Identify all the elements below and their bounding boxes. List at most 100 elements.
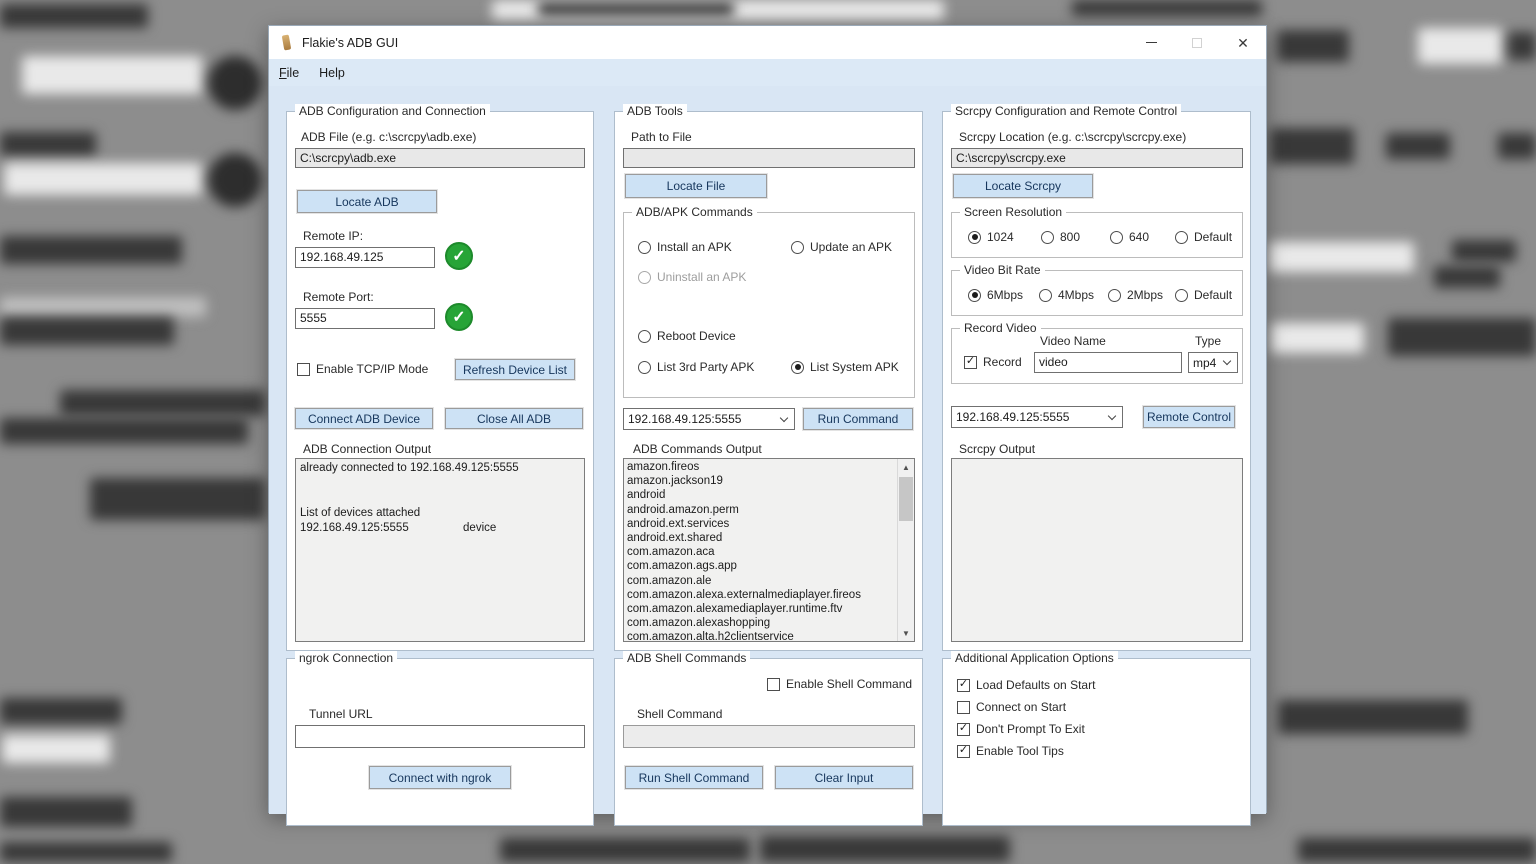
- connect-with-ngrok-button[interactable]: Connect with ngrok: [369, 766, 511, 789]
- checkbox-check-icon: ✓: [959, 745, 968, 756]
- radio-resolution-1024[interactable]: 1024: [968, 230, 1014, 244]
- radio-list-3rd-party-apk[interactable]: List 3rd Party APK: [638, 360, 754, 374]
- blur-shape: [1270, 323, 1364, 353]
- shell-command-input[interactable]: [623, 725, 915, 748]
- locate-adb-button[interactable]: Locate ADB: [297, 190, 437, 213]
- app-window: Flakie's ADB GUI ✕ File Help ADB Configu…: [268, 25, 1267, 813]
- remote-port-input[interactable]: 5555: [295, 308, 435, 329]
- close-button[interactable]: ✕: [1220, 26, 1266, 59]
- radio-reboot-device[interactable]: Reboot Device: [638, 329, 736, 343]
- adb-file-input[interactable]: C:\scrcpy\adb.exe: [295, 148, 585, 168]
- check-success-icon: ✓: [452, 307, 465, 327]
- panel-adb-tools: ADB Tools Path to File Locate File ADB/A…: [614, 111, 923, 651]
- blur-shape: [0, 842, 172, 862]
- scroll-down-icon[interactable]: ▼: [898, 625, 914, 641]
- enable-shell-command-checkbox[interactable]: ✓ Enable Shell Command: [767, 677, 912, 691]
- list-item[interactable]: android.ext.services: [627, 517, 894, 531]
- radio-resolution-default[interactable]: Default: [1175, 230, 1232, 244]
- radio-uninstall-apk[interactable]: Uninstall an APK: [638, 270, 746, 284]
- scroll-thumb[interactable]: [899, 477, 913, 521]
- radio-label: Default: [1194, 230, 1232, 244]
- scrcpy-output-label: Scrcpy Output: [959, 442, 1035, 456]
- blur-shape: [1386, 133, 1450, 159]
- close-all-adb-button[interactable]: Close All ADB: [445, 408, 583, 429]
- panel-title: ADB Shell Commands: [623, 651, 750, 665]
- list-item[interactable]: com.amazon.ale: [627, 574, 894, 588]
- path-to-file-input[interactable]: [623, 148, 915, 168]
- list-item[interactable]: android: [627, 488, 894, 502]
- list-item[interactable]: com.amazon.alta.h2clientservice: [627, 630, 894, 641]
- adb-commands-output-list[interactable]: amazon.fireosamazon.jackson19androidandr…: [623, 458, 915, 642]
- blur-shape: [1508, 32, 1536, 60]
- video-name-input[interactable]: video: [1034, 352, 1182, 373]
- panel-scrcpy: Scrcpy Configuration and Remote Control …: [942, 111, 1251, 651]
- scroll-up-icon[interactable]: ▲: [898, 459, 914, 475]
- group-title: Video Bit Rate: [960, 263, 1045, 277]
- radio-update-apk[interactable]: Update an APK: [791, 240, 892, 254]
- remote-ip-input[interactable]: 192.168.49.125: [295, 247, 435, 268]
- radio-list-system-apk[interactable]: List System APK: [791, 360, 899, 374]
- video-type-select[interactable]: mp4: [1188, 352, 1238, 373]
- locate-scrcpy-button[interactable]: Locate Scrcpy: [953, 174, 1093, 198]
- tunnel-url-label: Tunnel URL: [309, 707, 373, 721]
- panel-title: Scrcpy Configuration and Remote Control: [951, 104, 1181, 118]
- maximize-button[interactable]: [1174, 26, 1220, 59]
- remote-port-label: Remote Port:: [303, 290, 374, 304]
- menu-file[interactable]: File: [269, 62, 309, 84]
- radio-resolution-800[interactable]: 800: [1041, 230, 1080, 244]
- blur-shape: [1277, 30, 1349, 62]
- scrcpy-location-input[interactable]: C:\scrcpy\scrcpy.exe: [951, 148, 1243, 168]
- radio-bitrate-4mbps[interactable]: 4Mbps: [1039, 288, 1094, 302]
- device-select-combo[interactable]: 192.168.49.125:5555: [623, 408, 795, 430]
- radio-label: Reboot Device: [657, 329, 736, 343]
- radio-bitrate-default[interactable]: Default: [1175, 288, 1232, 302]
- radio-icon: [638, 361, 651, 374]
- list-item[interactable]: android.ext.shared: [627, 531, 894, 545]
- app-icon: [282, 35, 291, 51]
- run-command-button[interactable]: Run Command: [803, 408, 913, 430]
- adb-apk-commands-group: ADB/APK Commands Install an APK Update a…: [623, 212, 915, 398]
- locate-file-button[interactable]: Locate File: [625, 174, 767, 198]
- list-item[interactable]: android.amazon.perm: [627, 503, 894, 517]
- radio-install-apk[interactable]: Install an APK: [638, 240, 732, 254]
- list-item[interactable]: com.amazon.alexamediaplayer.runtime.ftv: [627, 602, 894, 616]
- list-item[interactable]: amazon.jackson19: [627, 474, 894, 488]
- minimize-button[interactable]: [1128, 26, 1174, 59]
- list-item[interactable]: amazon.fireos: [627, 460, 894, 474]
- scrcpy-output[interactable]: [951, 458, 1243, 642]
- list-item[interactable]: com.amazon.aca: [627, 545, 894, 559]
- list-item[interactable]: com.amazon.ags.app: [627, 559, 894, 573]
- list-item[interactable]: com.amazon.alexashopping: [627, 616, 894, 630]
- scrollbar[interactable]: ▲ ▼: [897, 459, 914, 641]
- checkbox-icon: ✓: [297, 363, 310, 376]
- blur-shape: [1278, 700, 1468, 734]
- record-checkbox[interactable]: ✓ Record: [964, 355, 1022, 369]
- remote-control-button[interactable]: Remote Control: [1143, 406, 1235, 428]
- window-title: Flakie's ADB GUI: [302, 36, 398, 50]
- remote-port-valid-icon: ✓: [445, 303, 473, 331]
- clear-input-button[interactable]: Clear Input: [775, 766, 913, 789]
- radio-bitrate-6mbps[interactable]: 6Mbps: [968, 288, 1023, 302]
- connect-on-start-checkbox[interactable]: ✓ Connect on Start: [957, 700, 1066, 714]
- run-shell-command-button[interactable]: Run Shell Command: [625, 766, 763, 789]
- tunnel-url-input[interactable]: [295, 725, 585, 748]
- radio-bitrate-2mbps[interactable]: 2Mbps: [1108, 288, 1163, 302]
- blur-shape: [0, 797, 132, 827]
- load-defaults-checkbox[interactable]: ✓ Load Defaults on Start: [957, 678, 1095, 692]
- title-bar[interactable]: Flakie's ADB GUI ✕: [269, 26, 1266, 59]
- checkbox-label: Load Defaults on Start: [976, 678, 1095, 692]
- radio-label: Default: [1194, 288, 1232, 302]
- menu-help[interactable]: Help: [309, 62, 355, 84]
- enable-tcpip-checkbox[interactable]: ✓ Enable TCP/IP Mode: [297, 362, 428, 376]
- list-item[interactable]: com.amazon.alexa.externalmediaplayer.fir…: [627, 588, 894, 602]
- enable-tool-tips-checkbox[interactable]: ✓ Enable Tool Tips: [957, 744, 1064, 758]
- refresh-device-list-button[interactable]: Refresh Device List: [455, 359, 575, 380]
- scrcpy-device-combo[interactable]: 192.168.49.125:5555: [951, 406, 1123, 428]
- connect-adb-device-button[interactable]: Connect ADB Device: [295, 408, 433, 429]
- adb-connection-output[interactable]: already connected to 192.168.49.125:5555…: [295, 458, 585, 642]
- shell-command-label: Shell Command: [637, 707, 722, 721]
- group-title: Record Video: [960, 321, 1041, 335]
- radio-resolution-640[interactable]: 640: [1110, 230, 1149, 244]
- dont-prompt-checkbox[interactable]: ✓ Don't Prompt To Exit: [957, 722, 1085, 736]
- combo-value: 192.168.49.125:5555: [628, 412, 777, 426]
